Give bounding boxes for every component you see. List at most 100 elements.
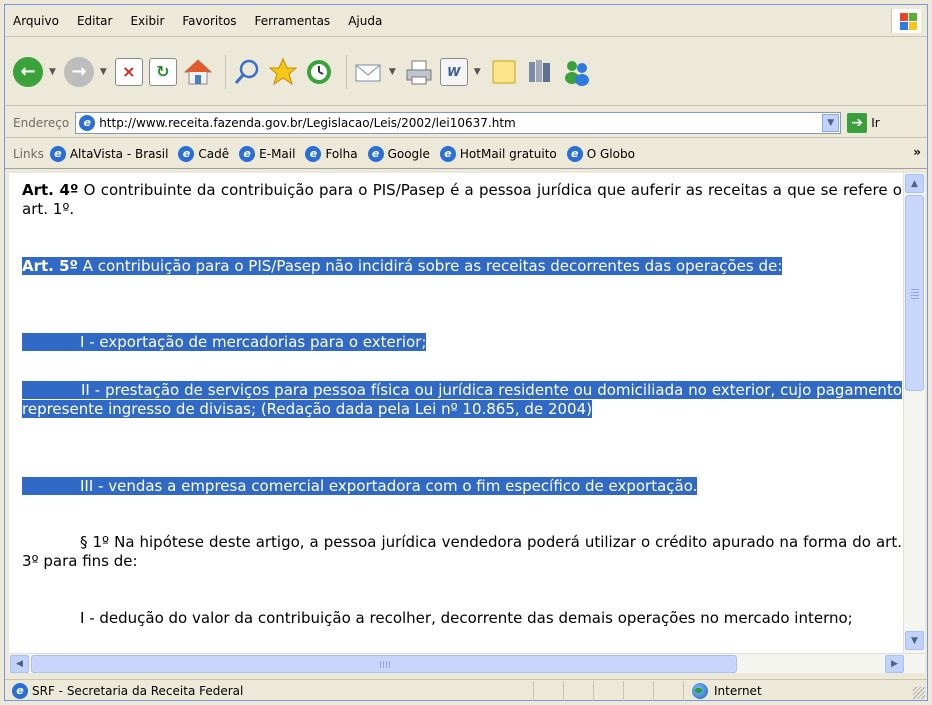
link-altavista[interactable]: e AltaVista - Brasil	[49, 145, 169, 162]
favorites-button[interactable]	[268, 52, 298, 92]
windows-logo-icon	[891, 9, 921, 33]
history-icon	[306, 59, 331, 84]
links-label: Links	[13, 146, 44, 161]
page-content: Art. 4º O contribuinte da contribuição p…	[9, 173, 903, 653]
discuss-button[interactable]	[489, 52, 519, 92]
menu-ferramentas[interactable]: Ferramentas	[246, 5, 340, 37]
vertical-scrollbar[interactable]: ▲ ▼	[903, 173, 925, 653]
link-cade[interactable]: e Cadê	[178, 145, 230, 162]
edit-dropdown-icon[interactable]: ▼	[474, 67, 481, 77]
chevron-right-icon[interactable]: »	[913, 145, 921, 159]
link-email[interactable]: e E-Mail	[239, 145, 296, 162]
item-iii-paragraph: III - vendas a empresa comercial exporta…	[22, 477, 902, 496]
go-arrow-icon[interactable]: ➔	[847, 112, 868, 133]
print-button[interactable]	[404, 52, 434, 92]
go-button[interactable]: Ir	[871, 116, 879, 130]
history-button[interactable]	[304, 52, 334, 92]
grip-line	[911, 289, 919, 290]
menu-favoritos[interactable]: Favoritos	[173, 5, 245, 37]
books-icon	[528, 59, 550, 82]
stop-button[interactable]: ×	[114, 52, 143, 92]
link-label: O Globo	[586, 146, 635, 161]
mail-dropdown-icon[interactable]: ▼	[389, 67, 396, 77]
grip-line	[389, 661, 390, 668]
grip-line	[380, 661, 381, 668]
status-cell	[533, 680, 563, 701]
home-icon	[183, 58, 213, 84]
ie-status-icon: e	[12, 682, 28, 699]
forward-arrow-icon: →	[63, 56, 94, 87]
status-message: e SRF - Secretaria da Receita Federal	[5, 682, 533, 699]
link-label: Folha	[325, 146, 358, 161]
link-label: Cadê	[198, 146, 230, 161]
ie-link-icon: e	[566, 145, 583, 162]
art4-paragraph: Art. 4º O contribuinte da contribuição p…	[22, 181, 902, 219]
menu-bar: Arquivo Editar Exibir Favoritos Ferramen…	[5, 5, 927, 37]
mail-icon	[355, 64, 381, 81]
home-button[interactable]	[183, 52, 213, 92]
search-icon	[234, 59, 259, 84]
item-ii-text: II - prestação de serviços para pessoa f…	[22, 381, 902, 418]
link-hotmail[interactable]: e HotMail gratuito	[439, 145, 557, 162]
scroll-up-icon[interactable]: ▲	[905, 174, 924, 193]
menu-arquivo[interactable]: Arquivo	[5, 5, 68, 37]
back-button[interactable]: ←	[13, 52, 43, 92]
security-zone[interactable]: Internet	[683, 680, 903, 701]
menu-exibir[interactable]: Exibir	[121, 5, 173, 37]
scroll-left-icon[interactable]: ◀	[10, 655, 29, 673]
address-url[interactable]: http://www.receita.fazenda.gov.br/Legisl…	[99, 116, 516, 130]
item-ii-indent	[22, 381, 81, 399]
par1-text: § 1º Na hipótese deste artigo, a pessoa …	[22, 533, 902, 570]
link-folha[interactable]: e Folha	[305, 145, 358, 162]
messenger-icon	[564, 60, 589, 86]
research-button[interactable]	[525, 52, 555, 92]
link-google[interactable]: e Google	[367, 145, 430, 162]
item-i-paragraph: I - exportação de mercadorias para o ext…	[22, 333, 902, 352]
messenger-button[interactable]	[561, 52, 591, 92]
stop-icon: ×	[114, 57, 143, 86]
link-label: HotMail gratuito	[459, 146, 557, 161]
ie-link-icon: e	[178, 145, 195, 162]
status-cell	[593, 680, 623, 701]
item-ii-paragraph: II - prestação de serviços para pessoa f…	[22, 381, 902, 419]
link-label: AltaVista - Brasil	[69, 146, 169, 161]
ie-link-icon: e	[439, 145, 456, 162]
forward-button[interactable]: →	[63, 52, 94, 92]
resize-grip-icon[interactable]	[913, 687, 925, 699]
grip-line	[383, 661, 384, 668]
status-cell	[623, 680, 653, 701]
grip-line	[911, 295, 919, 296]
edit-button[interactable]: W	[439, 52, 468, 92]
menu-editar[interactable]: Editar	[68, 5, 122, 37]
word-icon: W	[439, 57, 468, 86]
mail-button[interactable]	[353, 52, 383, 92]
art5-label: Art. 5º	[22, 257, 78, 275]
refresh-button[interactable]: ↻	[148, 52, 177, 92]
art5-paragraph: Art. 5º A contribuição para o PIS/Pasep …	[22, 257, 902, 276]
grip-line	[911, 298, 919, 299]
address-input[interactable]: e http://www.receita.fazenda.gov.br/Legi…	[75, 111, 842, 134]
vertical-scroll-thumb[interactable]	[905, 195, 924, 391]
item-iii-text: III - vendas a empresa comercial exporta…	[22, 477, 698, 495]
item-i-text: I - exportação de mercadorias para o ext…	[22, 333, 427, 351]
scroll-right-icon[interactable]: ▶	[885, 655, 904, 673]
ie-link-icon: e	[239, 145, 256, 162]
links-bar: Links e AltaVista - Brasil e Cadê e E-Mail …	[5, 139, 927, 169]
forward-dropdown-icon[interactable]: ▼	[100, 67, 107, 77]
search-button[interactable]	[232, 52, 262, 92]
back-dropdown-icon[interactable]: ▼	[49, 67, 56, 77]
address-dropdown-icon[interactable]: ▼	[822, 113, 840, 132]
art4-text: O contribuinte da contribuição para o PI…	[22, 181, 902, 218]
standard-toolbar: ← ▼ → ▼ × ↻ ▼ W ▼	[5, 38, 927, 106]
scroll-down-icon[interactable]: ▼	[905, 631, 924, 650]
star-icon	[268, 57, 298, 85]
art5-text: A contribuição para o PIS/Pasep não inci…	[78, 257, 783, 275]
par1-i-text: I - dedução do valor da contribuição a r…	[80, 609, 853, 627]
horizontal-scrollbar[interactable]: ◀ ▶	[9, 653, 925, 673]
link-label: E-Mail	[259, 146, 296, 161]
par1-i-paragraph: I - dedução do valor da contribuição a r…	[22, 609, 902, 628]
horizontal-scroll-thumb[interactable]	[31, 655, 737, 673]
menu-ajuda[interactable]: Ajuda	[339, 5, 391, 37]
link-label: Google	[387, 146, 430, 161]
link-oglobo[interactable]: eO Globo	[566, 145, 635, 162]
